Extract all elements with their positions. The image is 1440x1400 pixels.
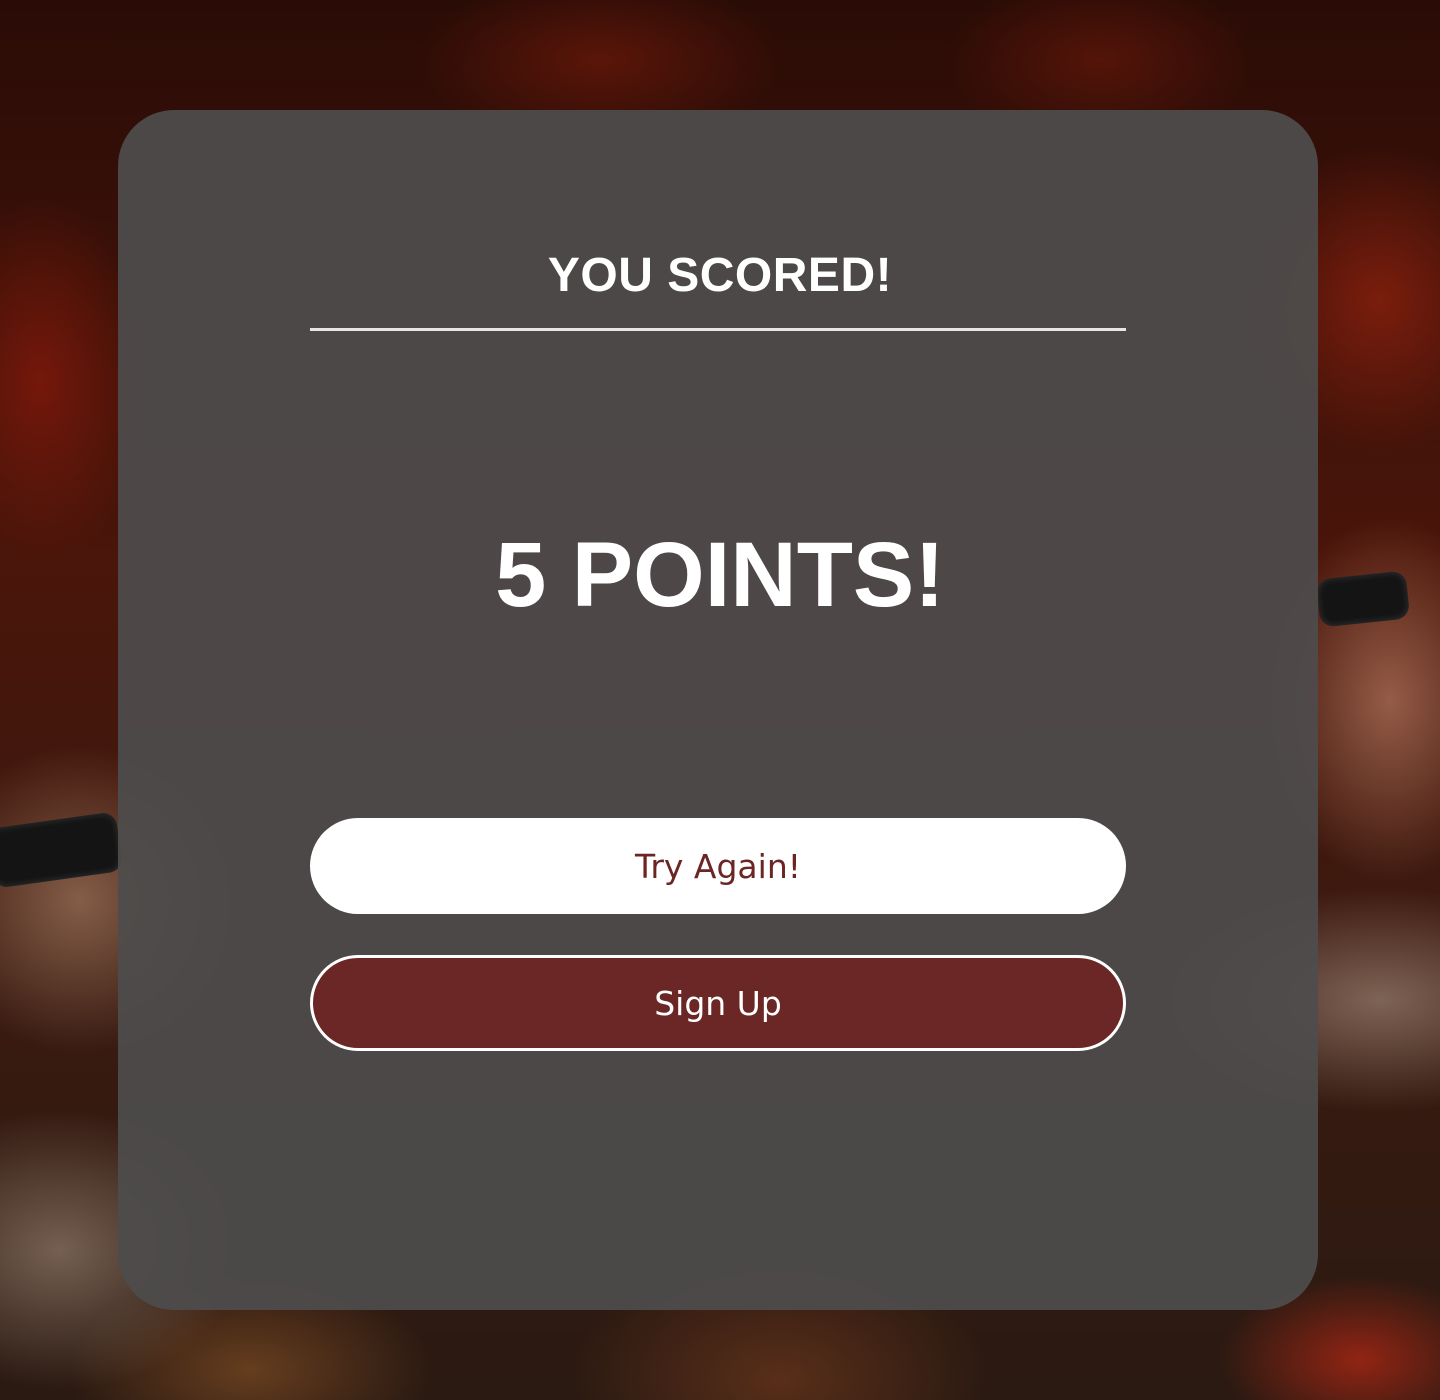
audience-3d-glasses [0, 811, 124, 889]
heading-divider [310, 328, 1126, 331]
score-value: 5 POINTS! [495, 524, 945, 626]
try-again-button[interactable]: Try Again! [310, 818, 1126, 914]
try-again-label: Try Again! [635, 846, 801, 886]
score-heading: YOU SCORED! [547, 249, 893, 302]
sign-up-label: Sign Up [654, 983, 782, 1023]
sign-up-button[interactable]: Sign Up [310, 955, 1126, 1051]
